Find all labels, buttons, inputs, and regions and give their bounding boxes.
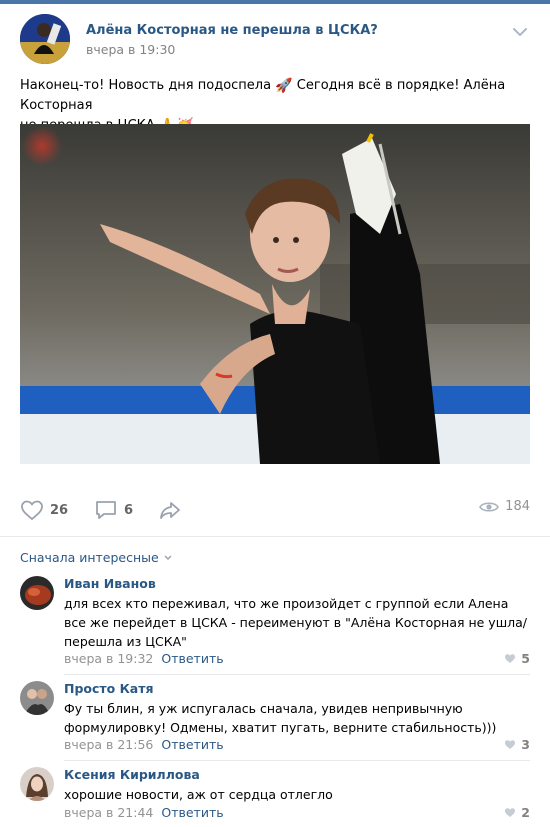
share-button[interactable]: [158, 499, 182, 521]
comment-meta: вчера в 19:32 Ответить: [64, 651, 224, 666]
comment-like-button[interactable]: 5: [504, 651, 530, 666]
share-icon: [160, 502, 180, 519]
comment-time[interactable]: вчера в 19:32: [64, 651, 153, 666]
comment-author[interactable]: Иван Иванов: [64, 576, 156, 591]
like-button[interactable]: 26: [20, 499, 68, 521]
comment-text: хорошие новости, аж от сердца отлегло: [64, 787, 333, 802]
reply-button[interactable]: Ответить: [161, 737, 223, 752]
comment-like-button[interactable]: 3: [504, 737, 530, 752]
comment-avatar[interactable]: [20, 576, 54, 610]
post-actions: 26 6 184: [20, 490, 530, 530]
heart-icon: [505, 654, 516, 663]
post-text-part-1: Наконец-то! Новость дня подоспела: [20, 78, 272, 93]
post-header: Алёна Косторная не перешла в ЦСКА? вчера…: [20, 14, 530, 64]
views-counter: 184: [479, 499, 530, 514]
chevron-down-icon[interactable]: [512, 26, 528, 38]
comment-meta: вчера в 21:56 Ответить: [64, 737, 224, 752]
comment-time[interactable]: вчера в 21:56: [64, 737, 153, 752]
comment-author[interactable]: Просто Катя: [64, 681, 154, 696]
heart-icon: [505, 740, 516, 749]
heart-icon: [21, 500, 43, 521]
comment-like-count: 5: [521, 651, 530, 666]
comment-divider: [64, 760, 530, 761]
comment-like-count: 3: [521, 737, 530, 752]
section-divider: [0, 536, 550, 537]
eye-icon: [479, 501, 500, 512]
comment-divider: [64, 674, 530, 675]
heart-icon: [505, 808, 516, 817]
comment-count: 6: [124, 502, 134, 518]
top-bar: [0, 0, 550, 4]
views-count: 184: [505, 499, 530, 514]
comment-like-button[interactable]: 2: [504, 805, 530, 820]
comment-avatar[interactable]: [20, 767, 54, 801]
group-avatar[interactable]: [20, 14, 70, 64]
comment-text: Фу ты блин, я уж испугалась сначала, уви…: [64, 701, 497, 735]
post-title[interactable]: Алёна Косторная не перешла в ЦСКА?: [86, 23, 378, 38]
comments-sort-dropdown[interactable]: Сначала интересные: [20, 550, 173, 565]
post-time[interactable]: вчера в 19:30: [86, 42, 175, 57]
comment-time[interactable]: вчера в 21:44: [64, 805, 153, 820]
comment-icon: [96, 501, 116, 519]
comment-text: для всех кто переживал, что же произойде…: [64, 596, 528, 649]
comment-author[interactable]: Ксения Кириллова: [64, 767, 200, 782]
comment-avatar[interactable]: [20, 681, 54, 715]
reply-button[interactable]: Ответить: [161, 651, 223, 666]
comment-like-count: 2: [521, 805, 530, 820]
reply-button[interactable]: Ответить: [161, 805, 223, 820]
sort-label: Сначала интересные: [20, 550, 159, 565]
like-count: 26: [50, 502, 69, 518]
post-photo[interactable]: [20, 124, 530, 464]
comment-button[interactable]: 6: [94, 499, 133, 521]
rocket-emoji: 🚀: [275, 78, 293, 94]
comment-meta: вчера в 21:44 Ответить: [64, 805, 224, 820]
chevron-down-icon: [164, 554, 172, 560]
